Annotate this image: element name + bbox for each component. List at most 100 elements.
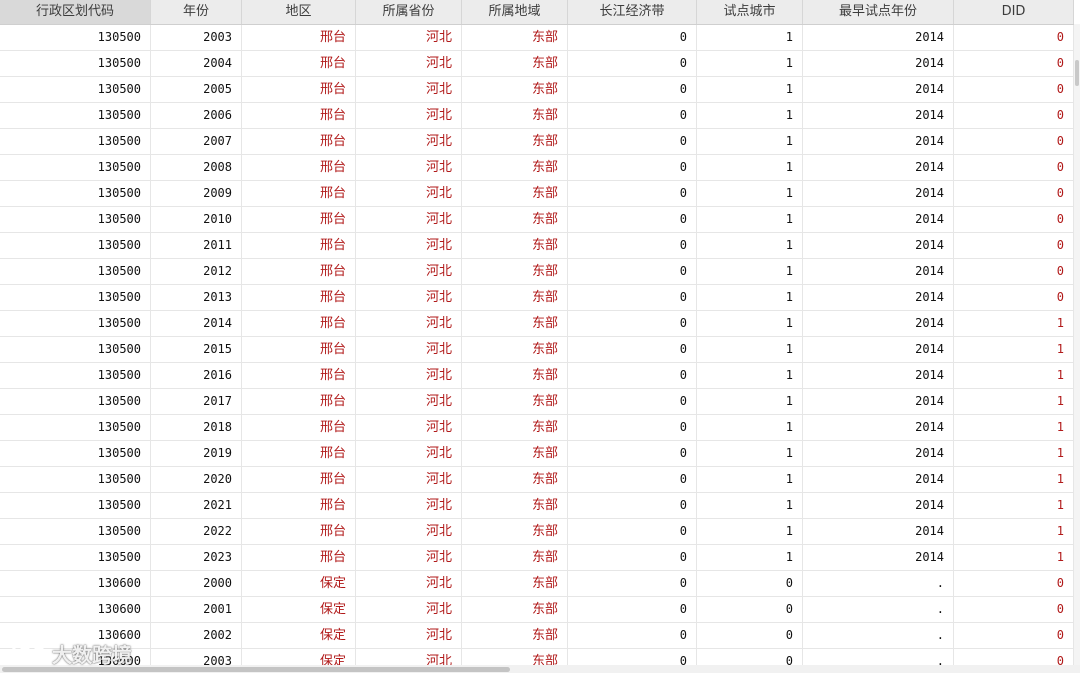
cell-region-code[interactable]: 130500	[0, 545, 151, 570]
column-header-year[interactable]: 年份	[151, 0, 242, 24]
cell-year[interactable]: 2003	[151, 25, 242, 50]
cell-province[interactable]: 河北	[356, 51, 462, 76]
table-row[interactable]: 130500 2019 邢台 河北 东部 0 1 2014 1	[0, 441, 1074, 467]
cell-earliest-pilot-year[interactable]: 2014	[803, 155, 954, 180]
cell-region-code[interactable]: 130500	[0, 103, 151, 128]
horizontal-scrollbar[interactable]	[0, 665, 1080, 673]
cell-region-code[interactable]: 130500	[0, 181, 151, 206]
cell-did[interactable]: 0	[954, 285, 1074, 310]
cell-province[interactable]: 河北	[356, 285, 462, 310]
cell-region-code[interactable]: 130500	[0, 415, 151, 440]
cell-did[interactable]: 0	[954, 103, 1074, 128]
cell-area[interactable]: 东部	[462, 571, 568, 596]
cell-did[interactable]: 0	[954, 649, 1074, 666]
cell-yangtze-belt[interactable]: 0	[568, 129, 697, 154]
cell-year[interactable]: 2021	[151, 493, 242, 518]
cell-pilot-city[interactable]: 1	[697, 129, 803, 154]
table-row[interactable]: 130500 2005 邢台 河北 东部 0 1 2014 0	[0, 77, 1074, 103]
cell-yangtze-belt[interactable]: 0	[568, 259, 697, 284]
cell-province[interactable]: 河北	[356, 571, 462, 596]
cell-pilot-city[interactable]: 0	[697, 597, 803, 622]
cell-earliest-pilot-year[interactable]: .	[803, 649, 954, 666]
cell-province[interactable]: 河北	[356, 207, 462, 232]
cell-did[interactable]: 0	[954, 233, 1074, 258]
cell-region[interactable]: 邢台	[242, 155, 356, 180]
cell-yangtze-belt[interactable]: 0	[568, 337, 697, 362]
cell-pilot-city[interactable]: 1	[697, 337, 803, 362]
cell-did[interactable]: 1	[954, 467, 1074, 492]
cell-province[interactable]: 河北	[356, 649, 462, 666]
cell-pilot-city[interactable]: 1	[697, 389, 803, 414]
cell-area[interactable]: 东部	[462, 597, 568, 622]
cell-region[interactable]: 邢台	[242, 103, 356, 128]
table-row[interactable]: 130500 2003 邢台 河北 东部 0 1 2014 0	[0, 25, 1074, 51]
cell-earliest-pilot-year[interactable]: 2014	[803, 545, 954, 570]
cell-did[interactable]: 0	[954, 77, 1074, 102]
table-row[interactable]: 130500 2017 邢台 河北 东部 0 1 2014 1	[0, 389, 1074, 415]
cell-did[interactable]: 0	[954, 207, 1074, 232]
cell-province[interactable]: 河北	[356, 415, 462, 440]
column-header-area[interactable]: 所属地域	[462, 0, 568, 24]
cell-pilot-city[interactable]: 1	[697, 155, 803, 180]
cell-area[interactable]: 东部	[462, 181, 568, 206]
cell-earliest-pilot-year[interactable]: 2014	[803, 77, 954, 102]
cell-year[interactable]: 2020	[151, 467, 242, 492]
cell-did[interactable]: 1	[954, 545, 1074, 570]
vertical-scrollbar[interactable]	[1074, 24, 1080, 665]
cell-region-code[interactable]: 130500	[0, 363, 151, 388]
cell-area[interactable]: 东部	[462, 259, 568, 284]
cell-pilot-city[interactable]: 1	[697, 103, 803, 128]
cell-did[interactable]: 0	[954, 25, 1074, 50]
cell-region-code[interactable]: 130500	[0, 129, 151, 154]
cell-yangtze-belt[interactable]: 0	[568, 441, 697, 466]
cell-pilot-city[interactable]: 1	[697, 181, 803, 206]
column-header-region[interactable]: 地区	[242, 0, 356, 24]
cell-earliest-pilot-year[interactable]: 2014	[803, 129, 954, 154]
table-row[interactable]: 130600 2002 保定 河北 东部 0 0. 0	[0, 623, 1074, 649]
cell-year[interactable]: 2010	[151, 207, 242, 232]
cell-region[interactable]: 邢台	[242, 259, 356, 284]
cell-pilot-city[interactable]: 1	[697, 441, 803, 466]
cell-province[interactable]: 河北	[356, 337, 462, 362]
cell-pilot-city[interactable]: 1	[697, 259, 803, 284]
cell-area[interactable]: 东部	[462, 311, 568, 336]
cell-did[interactable]: 0	[954, 623, 1074, 648]
cell-province[interactable]: 河北	[356, 77, 462, 102]
cell-earliest-pilot-year[interactable]: 2014	[803, 441, 954, 466]
cell-yangtze-belt[interactable]: 0	[568, 389, 697, 414]
cell-did[interactable]: 1	[954, 337, 1074, 362]
table-row[interactable]: 130500 2015 邢台 河北 东部 0 1 2014 1	[0, 337, 1074, 363]
cell-province[interactable]: 河北	[356, 467, 462, 492]
cell-pilot-city[interactable]: 1	[697, 363, 803, 388]
cell-area[interactable]: 东部	[462, 545, 568, 570]
cell-year[interactable]: 2019	[151, 441, 242, 466]
cell-region-code[interactable]: 130500	[0, 337, 151, 362]
cell-province[interactable]: 河北	[356, 181, 462, 206]
cell-region-code[interactable]: 130500	[0, 311, 151, 336]
vertical-scroll-thumb[interactable]	[1075, 60, 1079, 86]
cell-region-code[interactable]: 130500	[0, 467, 151, 492]
table-row[interactable]: 130500 2012 邢台 河北 东部 0 1 2014 0	[0, 259, 1074, 285]
cell-region[interactable]: 邢台	[242, 51, 356, 76]
cell-year[interactable]: 2016	[151, 363, 242, 388]
cell-area[interactable]: 东部	[462, 415, 568, 440]
cell-region[interactable]: 邢台	[242, 233, 356, 258]
cell-region[interactable]: 邢台	[242, 337, 356, 362]
cell-yangtze-belt[interactable]: 0	[568, 519, 697, 544]
cell-province[interactable]: 河北	[356, 103, 462, 128]
cell-province[interactable]: 河北	[356, 259, 462, 284]
cell-area[interactable]: 东部	[462, 207, 568, 232]
cell-earliest-pilot-year[interactable]: 2014	[803, 519, 954, 544]
cell-pilot-city[interactable]: 1	[697, 493, 803, 518]
cell-earliest-pilot-year[interactable]: 2014	[803, 337, 954, 362]
table-row[interactable]: 130500 2007 邢台 河北 东部 0 1 2014 0	[0, 129, 1074, 155]
table-row[interactable]: 130500 2020 邢台 河北 东部 0 1 2014 1	[0, 467, 1074, 493]
cell-earliest-pilot-year[interactable]: 2014	[803, 415, 954, 440]
cell-year[interactable]: 2023	[151, 545, 242, 570]
cell-region-code[interactable]: 130500	[0, 233, 151, 258]
cell-area[interactable]: 东部	[462, 363, 568, 388]
cell-region-code[interactable]: 130500	[0, 285, 151, 310]
table-row[interactable]: 130500 2021 邢台 河北 东部 0 1 2014 1	[0, 493, 1074, 519]
cell-year[interactable]: 2018	[151, 415, 242, 440]
cell-region[interactable]: 邢台	[242, 285, 356, 310]
